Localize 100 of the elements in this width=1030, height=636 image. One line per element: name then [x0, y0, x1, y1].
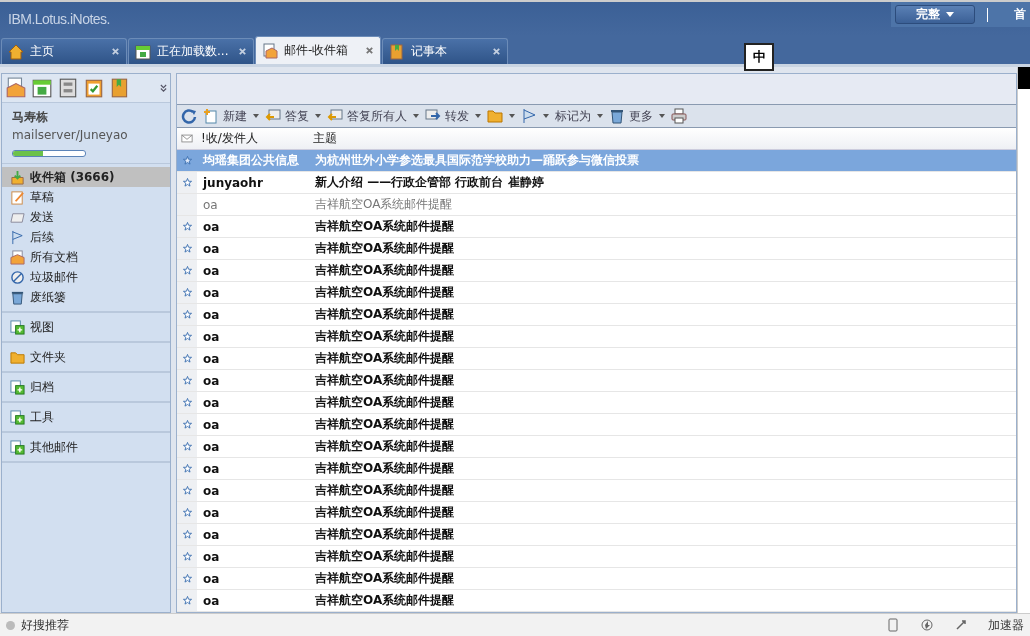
sender: oa — [202, 395, 221, 410]
message-row[interactable]: oa 吉祥航空OA系统邮件提醒 — [177, 238, 1016, 260]
message-row[interactable]: oa 吉祥航空OA系统邮件提醒 — [177, 370, 1016, 392]
message-row[interactable]: oa 吉祥航空OA系统邮件提醒 — [177, 546, 1016, 568]
message-row[interactable]: oa 吉祥航空OA系统邮件提醒 — [177, 348, 1016, 370]
message-row[interactable]: oa 吉祥航空OA系统邮件提醒 — [177, 458, 1016, 480]
tab[interactable]: 邮件-收件箱 — [255, 36, 381, 64]
star-icon — [182, 266, 192, 275]
folder-item[interactable]: 废纸篓 — [2, 287, 170, 307]
tab[interactable]: 正在加载数... — [128, 38, 254, 64]
envelope-icon — [10, 249, 25, 265]
subject: 吉祥航空OA系统邮件提醒 — [315, 306, 455, 323]
subject: 吉祥航空OA系统邮件提醒 — [315, 526, 455, 543]
section-header[interactable]: 工具 — [2, 403, 170, 433]
sender: oa — [202, 219, 221, 234]
folder-icon — [10, 349, 25, 365]
mail-server: mailserver/Juneyao — [12, 128, 129, 142]
mail-icon[interactable] — [5, 77, 27, 99]
folder-item[interactable]: 发送 — [2, 207, 170, 227]
caret-icon — [413, 114, 419, 118]
message-row[interactable]: oa 吉祥航空OA系统邮件提醒 — [177, 524, 1016, 546]
section-header[interactable]: 其他邮件 — [2, 433, 170, 463]
message-row[interactable]: oa 吉祥航空OA系统邮件提醒 — [177, 392, 1016, 414]
accelerator-link[interactable]: 加速器 — [988, 616, 1024, 634]
sender: oa — [202, 549, 221, 564]
subject: 为杭州世外小学参选最具国际范学校助力—踊跃参与微信投票 — [315, 152, 639, 169]
toolbar-button[interactable]: 新建 — [203, 107, 259, 125]
toolbar-button[interactable]: 答复 — [265, 107, 321, 125]
folder-item[interactable]: 所有文档 — [2, 247, 170, 267]
message-row[interactable]: oa 吉祥航空OA系统邮件提醒 — [177, 568, 1016, 590]
sender: oa — [202, 461, 221, 476]
sender: oa — [202, 483, 221, 498]
calendar-icon[interactable] — [31, 77, 53, 99]
clipboard-check-icon[interactable] — [83, 77, 105, 99]
subject: 吉祥航空OA系统邮件提醒 — [315, 504, 455, 521]
folder-item[interactable]: 收件箱 (3666) — [2, 167, 170, 187]
toolbar-button[interactable] — [487, 108, 515, 124]
folder-item[interactable]: 垃圾邮件 — [2, 267, 170, 287]
calendar-icon — [135, 43, 151, 60]
subject: 吉祥航空OA系统邮件提醒 — [315, 284, 455, 301]
subject: 吉祥航空OA系统邮件提醒 — [315, 240, 455, 257]
chevron-down-icon[interactable] — [160, 83, 167, 93]
toolbar-button[interactable]: 更多 — [609, 107, 665, 125]
column-header[interactable]: 主题 — [313, 130, 337, 147]
subject: 新人介绍 ——行政企管部 行政前台 崔静婷 — [315, 174, 544, 191]
star-icon — [182, 156, 192, 165]
message-row[interactable]: oa 吉祥航空OA系统邮件提醒 — [177, 326, 1016, 348]
address-book-icon[interactable] — [57, 77, 79, 99]
toolbar-button[interactable]: 标记为 — [555, 107, 603, 125]
sender: 均瑶集团公共信息 — [201, 152, 300, 169]
status-text[interactable]: 好搜推荐 — [21, 616, 69, 634]
status-dot — [6, 620, 15, 630]
message-row[interactable]: oa 吉祥航空OA系统邮件提醒 — [177, 260, 1016, 282]
section-header[interactable]: 视图 — [2, 313, 170, 343]
message-row[interactable]: oa 吉祥航空OA系统邮件提醒 — [177, 436, 1016, 458]
sender: oa — [202, 571, 221, 586]
caret-icon — [509, 114, 515, 118]
message-row[interactable]: oa 吉祥航空OA系统邮件提醒 — [177, 590, 1016, 612]
view-dropdown[interactable]: 完整 — [895, 5, 975, 24]
sender: oa — [202, 351, 221, 366]
star-icon — [182, 288, 192, 297]
toolbar-button[interactable] — [671, 108, 687, 124]
subject: 吉祥航空OA系统邮件提醒 — [315, 218, 455, 235]
toolbar-button[interactable]: 答复所有人 — [327, 107, 419, 125]
preferences-link[interactable]: 首 — [1000, 6, 1030, 23]
message-row[interactable]: oa 吉祥航空OA系统邮件提醒 — [177, 282, 1016, 304]
trash-icon — [10, 289, 25, 305]
sender: oa — [202, 593, 221, 608]
folder-item[interactable]: 草稿 — [2, 187, 170, 207]
tab[interactable]: 记事本 — [382, 38, 508, 64]
flag-icon — [521, 108, 537, 124]
message-row[interactable]: oa 吉祥航空OA系统邮件提醒 — [177, 194, 1016, 216]
message-row[interactable]: junyaohr 新人介绍 ——行政企管部 行政前台 崔静婷 — [177, 172, 1016, 194]
sender: oa — [202, 439, 221, 454]
message-row[interactable]: oa 吉祥航空OA系统邮件提醒 — [177, 502, 1016, 524]
message-row[interactable]: oa 吉祥航空OA系统邮件提醒 — [177, 480, 1016, 502]
star-icon — [182, 178, 192, 187]
tab[interactable]: 主页 — [1, 38, 127, 64]
toolbar-button[interactable]: 转发 — [425, 107, 481, 125]
column-header[interactable]: !收/发件人 — [201, 130, 313, 147]
caret-icon — [543, 114, 549, 118]
close-icon[interactable] — [365, 46, 374, 55]
inbox-icon — [10, 169, 25, 185]
section-header[interactable]: 归档 — [2, 373, 170, 403]
star-icon — [182, 574, 192, 583]
star-icon — [182, 376, 192, 385]
folder-item[interactable]: 后续 — [2, 227, 170, 247]
star-icon — [182, 442, 192, 451]
subject: 吉祥航空OA系统邮件提醒 — [315, 592, 455, 609]
subject: 吉祥航空OA系统邮件提醒 — [315, 570, 455, 587]
toolbar-button[interactable] — [521, 108, 549, 124]
message-row[interactable]: oa 吉祥航空OA系统邮件提醒 — [177, 304, 1016, 326]
message-row[interactable]: oa 吉祥航空OA系统邮件提醒 — [177, 414, 1016, 436]
section-header[interactable]: 文件夹 — [2, 343, 170, 373]
subject: 吉祥航空OA系统邮件提醒 — [315, 482, 455, 499]
caret-icon — [475, 114, 481, 118]
star-icon — [182, 332, 192, 341]
sender: oa — [202, 263, 221, 278]
new-document-icon — [203, 108, 219, 124]
message-row[interactable]: oa 吉祥航空OA系统邮件提醒 — [177, 216, 1016, 238]
